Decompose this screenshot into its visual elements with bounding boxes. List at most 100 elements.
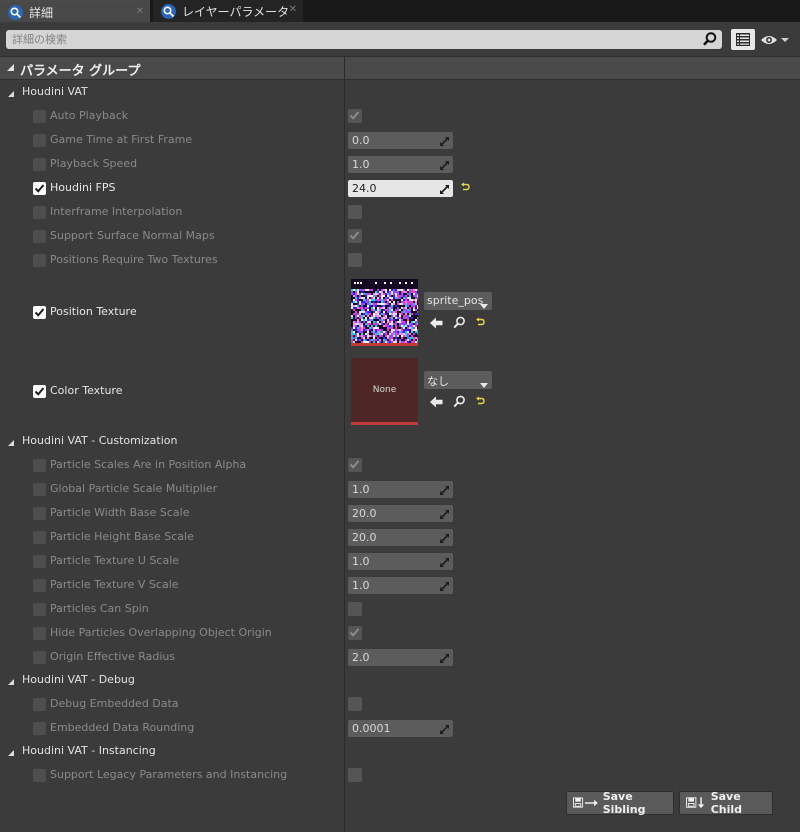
browse-search-icon[interactable] xyxy=(453,316,466,332)
number-input[interactable]: 1.0 xyxy=(348,577,453,594)
texture-thumbnail-empty[interactable]: None xyxy=(351,358,418,425)
number-input[interactable]: 0.0001 xyxy=(348,720,453,737)
magnifier-icon xyxy=(161,3,176,19)
override-checkbox[interactable] xyxy=(33,110,46,123)
asset-picker-dropdown[interactable]: なし xyxy=(424,371,492,389)
value-checkbox[interactable] xyxy=(348,697,362,711)
drag-resize-icon xyxy=(440,136,449,149)
value-checkbox[interactable] xyxy=(348,768,362,782)
save-sibling-button[interactable]: Save Sibling xyxy=(566,790,674,816)
number-input[interactable]: 1.0 xyxy=(348,481,453,498)
property-label: Positions Require Two Textures xyxy=(50,253,218,266)
drag-resize-icon xyxy=(440,557,449,570)
use-selected-arrow-icon[interactable] xyxy=(430,317,443,332)
number-input[interactable]: 1.0 xyxy=(348,156,453,173)
value-checkbox[interactable] xyxy=(348,602,362,616)
drag-resize-icon xyxy=(440,533,449,546)
value-checkbox[interactable] xyxy=(348,205,362,219)
override-checkbox[interactable] xyxy=(33,698,46,711)
category-title: パラメータ グループ xyxy=(20,64,141,79)
collapse-arrow-icon xyxy=(7,64,14,71)
asset-picker-dropdown[interactable]: sprite_pos xyxy=(424,292,492,310)
override-checkbox[interactable] xyxy=(33,254,46,267)
reset-to-default-icon[interactable] xyxy=(460,182,471,196)
property-label: Houdini FPS xyxy=(50,181,116,194)
chevron-down-icon xyxy=(480,378,488,391)
texture-thumbnail[interactable] xyxy=(351,279,419,346)
override-checkbox[interactable] xyxy=(33,459,46,472)
group-header[interactable]: Houdini VAT - Instancing xyxy=(0,739,800,763)
value-checkbox[interactable] xyxy=(348,626,362,640)
save-child-label: Save Child xyxy=(710,790,743,816)
number-input[interactable]: 24.0 xyxy=(348,180,453,197)
override-checkbox[interactable] xyxy=(33,722,46,735)
save-child-icon xyxy=(686,797,705,809)
asset-actions xyxy=(430,316,500,332)
save-child-button[interactable]: Save Child xyxy=(679,790,773,816)
reset-to-default-icon[interactable] xyxy=(475,396,486,410)
number-value: 1.0 xyxy=(352,555,370,568)
number-value: 20.0 xyxy=(352,507,377,520)
group-header[interactable]: Houdini VAT xyxy=(0,80,800,104)
drag-resize-icon xyxy=(440,581,449,594)
group-title: Houdini VAT - Debug xyxy=(22,673,135,686)
override-checkbox[interactable] xyxy=(33,134,46,147)
override-checkbox[interactable] xyxy=(33,206,46,219)
override-checkbox[interactable] xyxy=(33,651,46,664)
override-checkbox[interactable] xyxy=(33,182,46,195)
override-checkbox[interactable] xyxy=(33,507,46,520)
magnifier-icon xyxy=(8,4,23,20)
value-checkbox[interactable] xyxy=(348,253,362,267)
override-checkbox[interactable] xyxy=(33,555,46,568)
property-label: Origin Effective Radius xyxy=(50,650,176,663)
reset-to-default-icon[interactable] xyxy=(475,317,486,331)
property-label: Particle Texture U Scale xyxy=(50,554,180,567)
browse-search-icon[interactable] xyxy=(453,395,466,411)
view-options-button[interactable] xyxy=(731,29,755,50)
tab-layer-parameters[interactable]: レイヤーパラメータ ✕ xyxy=(153,0,303,22)
drag-resize-icon xyxy=(440,184,449,197)
number-input[interactable]: 1.0 xyxy=(348,553,453,570)
group-header[interactable]: Houdini VAT - Debug xyxy=(0,668,800,692)
property-label: Embedded Data Rounding xyxy=(50,721,195,734)
use-selected-arrow-icon[interactable] xyxy=(430,396,443,411)
override-checkbox[interactable] xyxy=(33,627,46,640)
tab-label: 詳細 xyxy=(29,5,54,20)
close-icon[interactable]: ✕ xyxy=(136,6,144,17)
tab-details[interactable]: 詳細 ✕ xyxy=(0,0,150,22)
close-icon[interactable]: ✕ xyxy=(289,4,297,15)
drag-resize-icon xyxy=(440,485,449,498)
value-checkbox[interactable] xyxy=(348,109,362,123)
search-icon[interactable] xyxy=(702,31,718,50)
number-input[interactable]: 0.0 xyxy=(348,132,453,149)
number-input[interactable]: 20.0 xyxy=(348,505,453,522)
number-value: 2.0 xyxy=(352,651,370,664)
number-input[interactable]: 20.0 xyxy=(348,529,453,546)
override-checkbox[interactable] xyxy=(33,579,46,592)
override-checkbox[interactable] xyxy=(33,306,46,319)
number-input[interactable]: 2.0 xyxy=(348,649,453,666)
override-checkbox[interactable] xyxy=(33,531,46,544)
drag-resize-icon xyxy=(440,724,449,737)
category-header[interactable]: パラメータ グループ xyxy=(0,56,800,80)
property-label: Debug Embedded Data xyxy=(50,697,179,710)
visibility-button[interactable] xyxy=(760,31,794,49)
override-checkbox[interactable] xyxy=(33,385,46,398)
property-label: Hide Particles Overlapping Object Origin xyxy=(50,626,272,639)
override-checkbox[interactable] xyxy=(33,158,46,171)
value-checkbox[interactable] xyxy=(348,458,362,472)
search-input[interactable] xyxy=(12,30,692,49)
override-checkbox[interactable] xyxy=(33,230,46,243)
property-label: Color Texture xyxy=(50,384,123,397)
value-checkbox[interactable] xyxy=(348,229,362,243)
number-value: 1.0 xyxy=(352,158,370,171)
override-checkbox[interactable] xyxy=(33,603,46,616)
override-checkbox[interactable] xyxy=(33,769,46,782)
group-header[interactable]: Houdini VAT - Customization xyxy=(0,429,800,453)
override-checkbox[interactable] xyxy=(33,483,46,496)
drag-resize-icon xyxy=(440,653,449,666)
search-box xyxy=(6,30,722,49)
group-title: Houdini VAT - Instancing xyxy=(22,744,156,757)
number-value: 0.0001 xyxy=(352,722,391,735)
asset-name: sprite_pos xyxy=(427,294,484,307)
